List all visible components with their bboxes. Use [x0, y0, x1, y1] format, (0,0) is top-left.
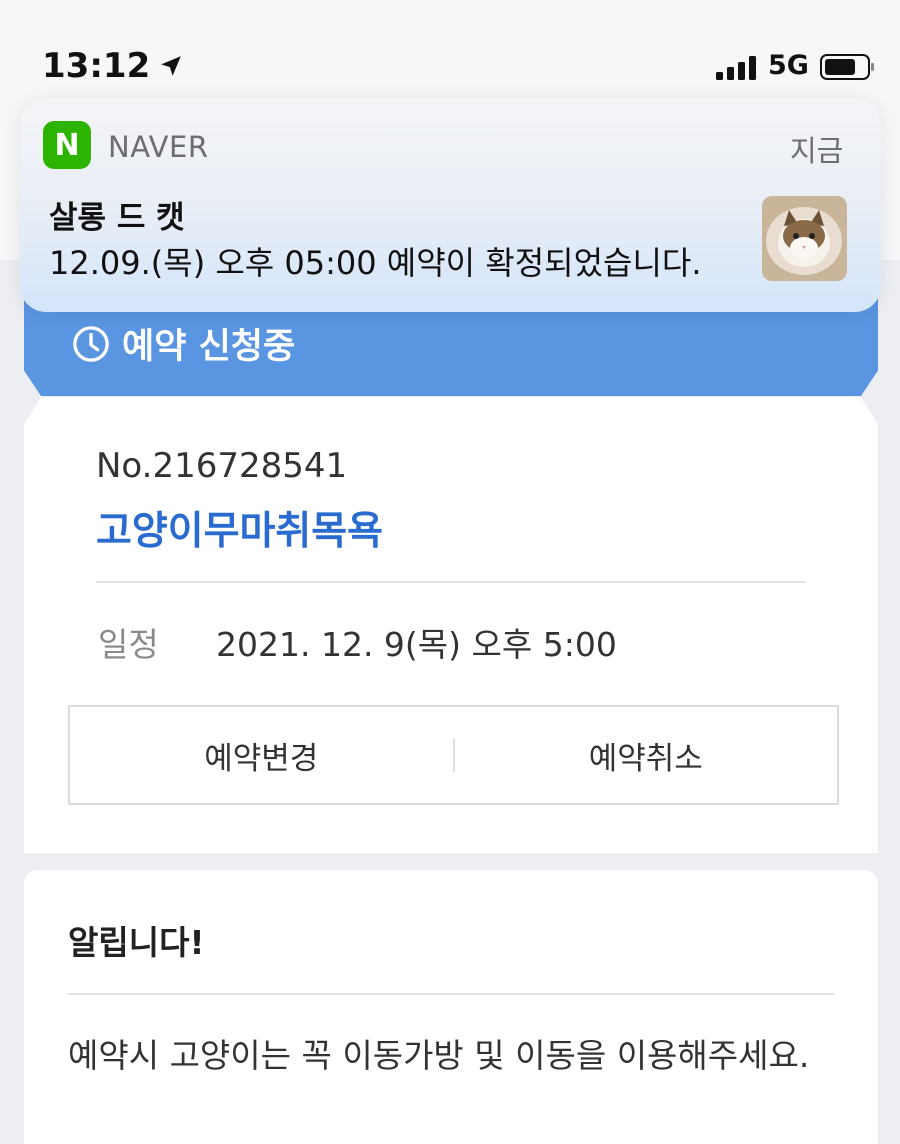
battery-icon	[820, 54, 874, 80]
signal-icon	[716, 56, 756, 80]
notification-time: 지금	[790, 134, 844, 168]
divider	[68, 993, 834, 995]
schedule-label: 일정	[98, 625, 159, 664]
cat-thumbnail-image	[762, 196, 847, 281]
notice-body: 예약시 고양이는 꼭 이동가방 및 이동을 이용해주세요.	[68, 1036, 810, 1075]
reservation-status: 예약 신청중	[72, 318, 295, 369]
reservation-number: No.216728541	[96, 446, 348, 486]
clock-icon	[73, 325, 109, 362]
status-time-text: 13:12	[42, 46, 151, 86]
reservation-actions: 예약변경 예약취소	[68, 705, 839, 805]
cancel-reservation-button[interactable]: 예약취소	[455, 707, 838, 803]
divider	[96, 581, 806, 583]
notice-card	[24, 870, 878, 1144]
naver-app-icon-letter: N	[54, 127, 80, 163]
location-arrow-icon	[161, 56, 181, 76]
status-bar: 13:12 5G	[0, 0, 900, 100]
notice-title: 알립니다!	[68, 923, 205, 962]
notification-title: 살롱 드 캣	[49, 200, 185, 236]
network-type: 5G	[768, 50, 809, 81]
notification-body: 12.09.(목) 오후 05:00 예약이 확정되었습니다.	[49, 244, 702, 282]
reservation-title[interactable]: 고양이무마취목욕	[96, 500, 383, 556]
schedule-value: 2021. 12. 9(목) 오후 5:00	[216, 625, 617, 664]
status-time: 13:12	[42, 46, 184, 86]
change-reservation-button[interactable]: 예약변경	[70, 707, 453, 803]
reservation-status-text: 예약 신청중	[122, 327, 296, 367]
naver-app-icon: N	[43, 121, 91, 169]
notification-app-name: NAVER	[108, 130, 209, 164]
